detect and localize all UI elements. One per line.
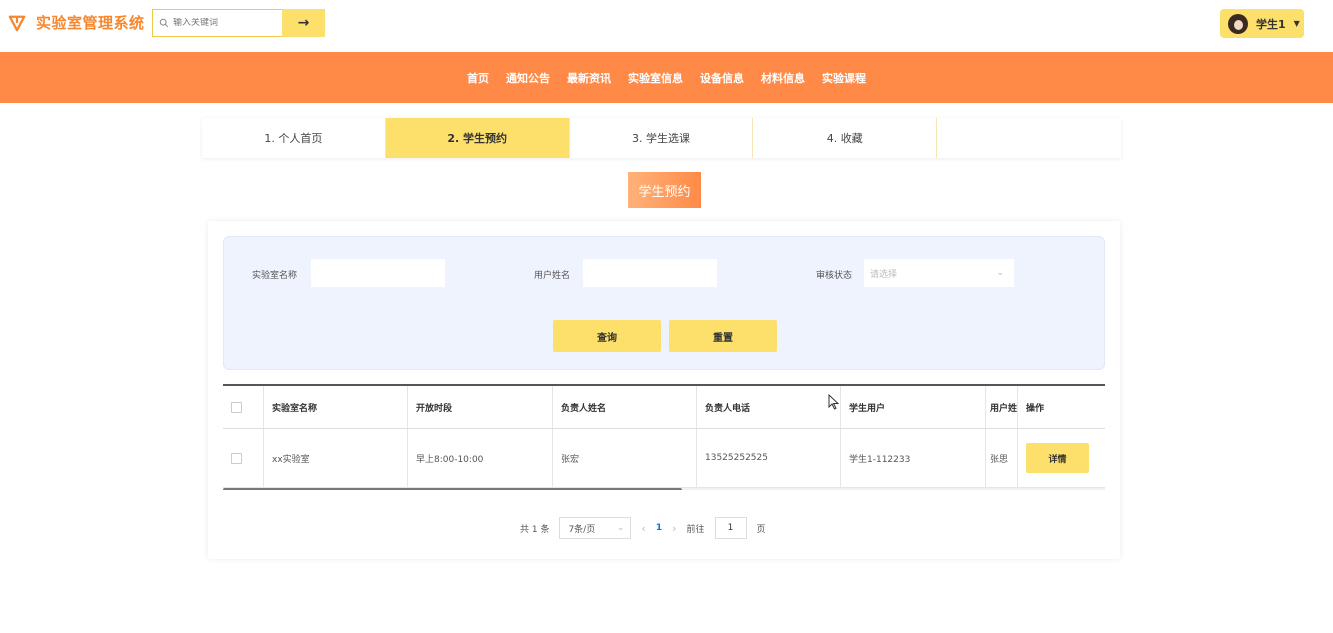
nav-item-news[interactable]: 最新资讯 — [567, 70, 611, 86]
detail-button[interactable]: 详情 — [1026, 443, 1089, 473]
tab-student-booking[interactable]: 2. 学生预约 — [385, 118, 570, 158]
page-size-value: 7条/页 — [568, 524, 596, 535]
search-box[interactable] — [152, 9, 282, 37]
user-center-tabs: 1. 个人首页 2. 学生预约 3. 学生选课 4. 收藏 — [202, 118, 1121, 158]
goto-label: 前往 — [686, 524, 705, 535]
table-cell: 张思 — [986, 429, 1018, 487]
lab-name-input[interactable] — [311, 259, 445, 287]
table-header: 实验室名称 开放时段 负责人姓名 负责人电话 学生用户 用户姓 操作 — [223, 386, 1105, 429]
status-label: 审核状态 — [816, 271, 853, 281]
horizontal-scrollbar[interactable] — [223, 488, 1105, 490]
column-header: 负责人电话 — [697, 386, 841, 428]
tab-personal-home[interactable]: 1. 个人首页 — [202, 118, 386, 158]
action-cell: 详情 — [1018, 429, 1105, 487]
reset-button[interactable]: 重置 — [669, 320, 777, 352]
chevron-down-icon: ⌄ — [996, 268, 1004, 278]
status-select[interactable]: 请选择 ⌄ — [864, 259, 1014, 287]
column-header: 学生用户 — [841, 386, 986, 428]
filter-panel: 实验室名称 用户姓名 审核状态 请选择 ⌄ 查询 重置 — [223, 236, 1105, 370]
status-placeholder: 请选择 — [870, 269, 898, 280]
nav-item-equipment[interactable]: 设备信息 — [700, 70, 744, 86]
pagination: 共 1 条 7条/页 ⌄ ‹ 1 › 前往 1 页 — [520, 517, 766, 539]
table-row: xx实验室 早上8:00-10:00 张宏 13525252525 学生1-11… — [223, 429, 1105, 488]
user-menu[interactable]: 学生1 ▼ — [1220, 9, 1304, 38]
chevron-down-icon: ▼ — [1293, 19, 1300, 28]
query-button[interactable]: 查询 — [553, 320, 661, 352]
table-cell: 早上8:00-10:00 — [408, 429, 553, 487]
row-select-cell — [223, 429, 264, 487]
table-cell: 张宏 — [553, 429, 697, 487]
scrollbar-thumb[interactable] — [223, 488, 682, 490]
page-suffix: 页 — [756, 524, 766, 535]
row-checkbox[interactable] — [231, 452, 242, 464]
main-nav: 首页 通知公告 最新资讯 实验室信息 设备信息 材料信息 实验课程 — [0, 52, 1333, 103]
select-all-cell — [223, 386, 264, 428]
nav-item-materials[interactable]: 材料信息 — [761, 70, 805, 86]
avatar — [1228, 13, 1248, 34]
app-logo[interactable]: 实验室管理系统 — [8, 12, 145, 33]
table-cell: 学生1-112233 — [841, 429, 986, 487]
total-count: 共 1 条 — [520, 524, 550, 535]
chevron-down-icon: ⌄ — [616, 523, 625, 533]
search-icon — [159, 18, 169, 28]
select-all-checkbox[interactable] — [231, 401, 242, 413]
search-input[interactable] — [173, 18, 273, 28]
tab-favorites[interactable]: 4. 收藏 — [753, 118, 938, 158]
tab-student-courses[interactable]: 3. 学生选课 — [570, 118, 754, 158]
table-cell: 13525252525 — [697, 429, 841, 487]
send-logo-icon — [8, 15, 26, 31]
booking-card: 实验室名称 用户姓名 审核状态 请选择 ⌄ 查询 重置 实验室名称 开放时段 负… — [208, 221, 1120, 559]
app-title: 实验室管理系统 — [36, 14, 145, 32]
nav-item-lab-info[interactable]: 实验室信息 — [628, 70, 683, 86]
tab-empty — [937, 118, 1121, 158]
booking-table: 实验室名称 开放时段 负责人姓名 负责人电话 学生用户 用户姓 操作 xx实验室… — [223, 384, 1105, 490]
user-name-input[interactable] — [583, 259, 717, 287]
goto-page-input[interactable]: 1 — [714, 517, 747, 539]
mouse-cursor-icon — [828, 394, 840, 410]
search-button[interactable]: → — [282, 9, 325, 37]
section-title: 学生预约 — [628, 172, 701, 208]
nav-item-notices[interactable]: 通知公告 — [506, 70, 550, 86]
column-header: 开放时段 — [408, 386, 553, 428]
column-header: 操作 — [1026, 403, 1045, 414]
current-page[interactable]: 1 — [656, 523, 662, 533]
column-header: 负责人姓名 — [553, 386, 697, 428]
prev-page-icon[interactable]: ‹ — [641, 522, 645, 535]
user-name-label: 用户姓名 — [534, 271, 571, 281]
column-header: 实验室名称 — [264, 386, 408, 428]
table-cell: xx实验室 — [264, 429, 408, 487]
lab-name-label: 实验室名称 — [252, 271, 298, 281]
nav-item-courses[interactable]: 实验课程 — [822, 70, 866, 86]
user-name: 学生1 — [1256, 17, 1286, 31]
column-header: 用户姓 — [986, 386, 1018, 428]
nav-item-home[interactable]: 首页 — [467, 70, 489, 86]
top-bar: 实验室管理系统 → 学生1 ▼ — [0, 0, 1333, 52]
next-page-icon[interactable]: › — [672, 522, 676, 535]
page-size-select[interactable]: 7条/页 ⌄ — [559, 517, 632, 539]
